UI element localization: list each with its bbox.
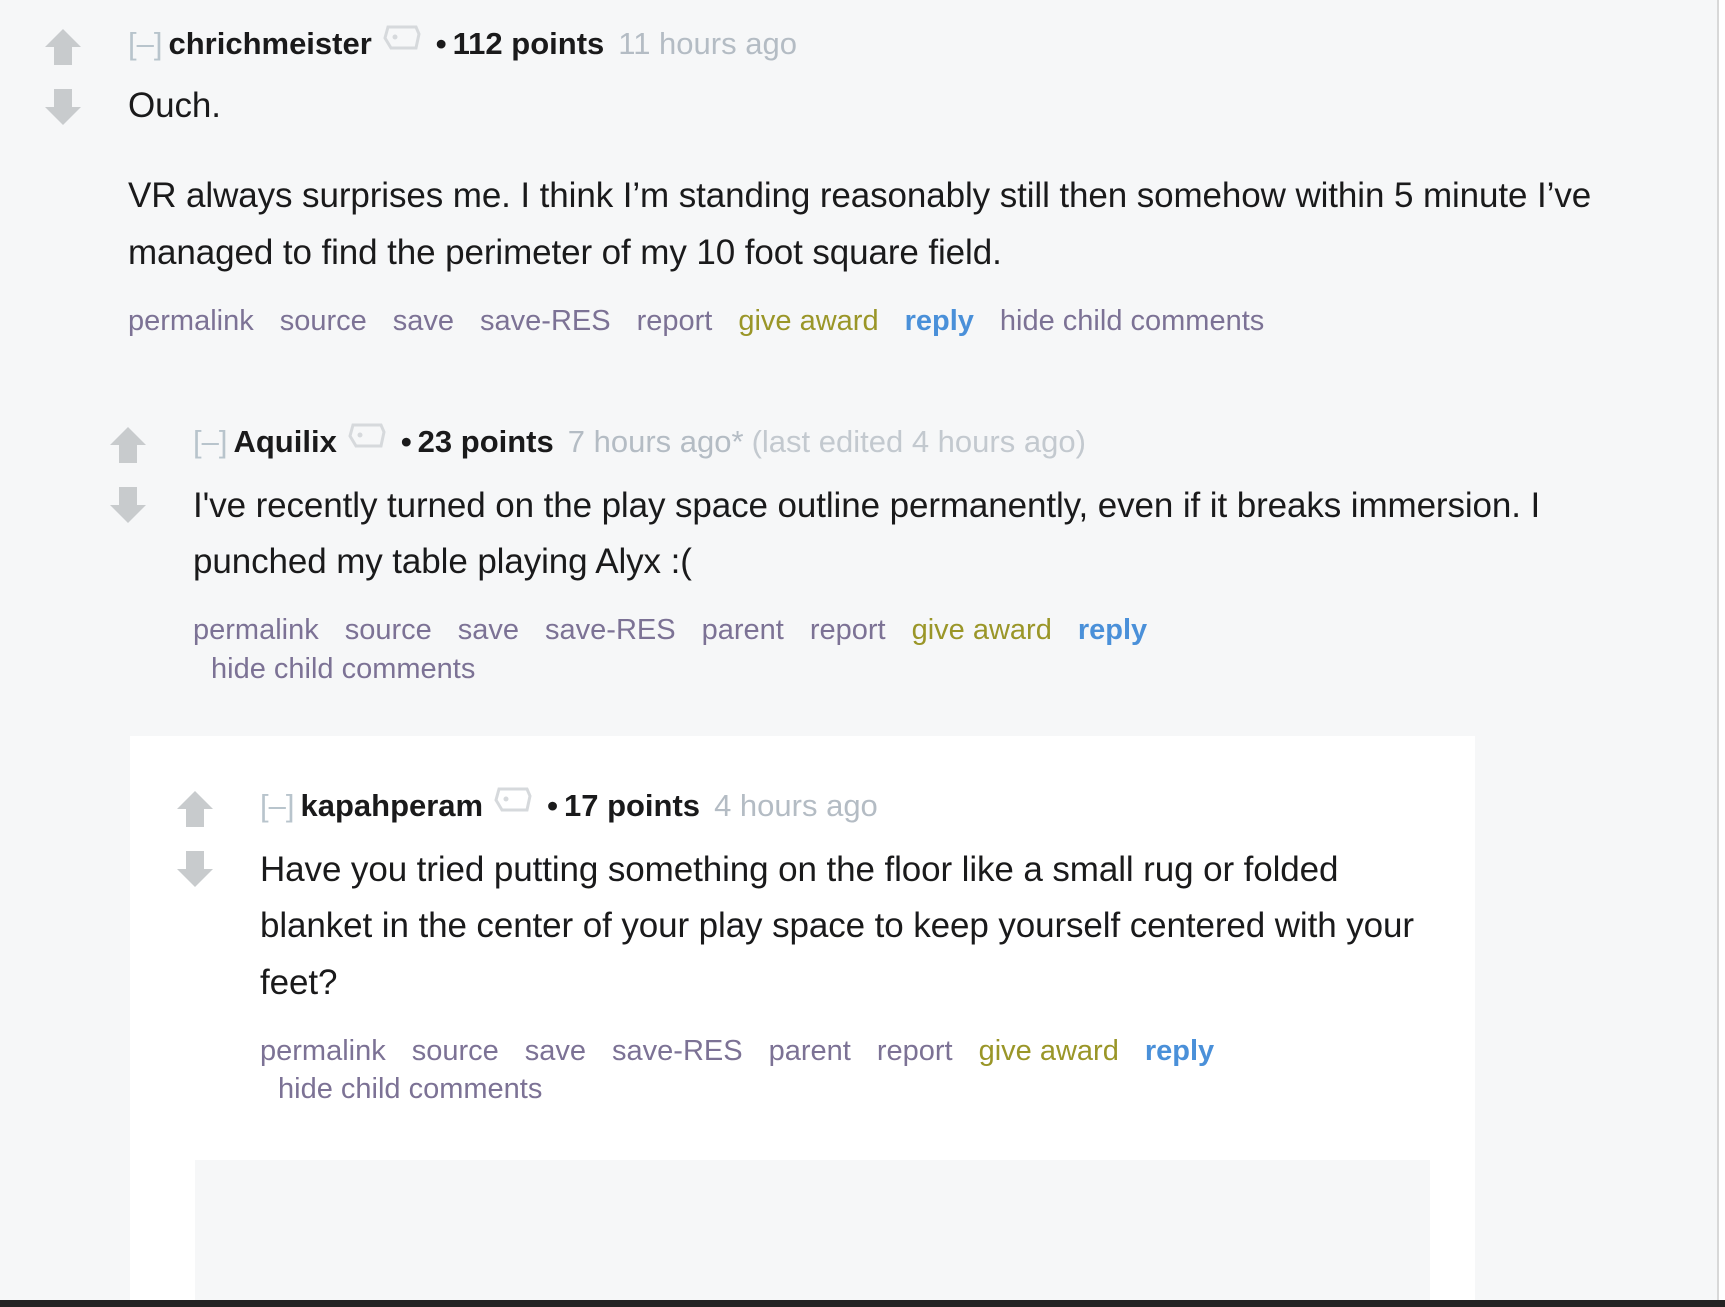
action-hide-child-comments[interactable]: hide child comments (278, 1070, 1432, 1109)
comment-author[interactable]: Aquilix (233, 424, 336, 459)
comment-timestamp[interactable]: 7 hours ago* (568, 424, 744, 459)
comment-tagline: [–]kapahperam •17 points 4 hours ago (260, 786, 1432, 828)
comment-score: 23 points (418, 424, 554, 459)
comment-body: I've recently turned on the play space o… (193, 478, 1645, 591)
action-permalink[interactable]: permalink (128, 305, 254, 337)
action-permalink[interactable]: permalink (260, 1035, 386, 1067)
tagline-separator: • (436, 26, 447, 61)
comment-paragraph: Ouch. (128, 78, 1640, 135)
action-report[interactable]: report (637, 305, 713, 337)
comment-tagline: [–]chrichmeister •112 points 11 hours ago (128, 24, 1640, 66)
collapse-toggle[interactable]: [–] (260, 788, 294, 823)
upvote-arrow-icon[interactable] (40, 24, 86, 70)
tagline-separator: • (401, 424, 412, 459)
action-source[interactable]: source (345, 614, 432, 646)
action-save-res[interactable]: save-RES (545, 614, 676, 646)
downvote-arrow-icon[interactable] (40, 84, 86, 130)
action-save-res[interactable]: save-RES (480, 305, 611, 337)
action-save[interactable]: save (525, 1035, 586, 1067)
comment-body: Ouch. VR always surprises me. I think I’… (128, 78, 1640, 282)
comment-score: 17 points (564, 788, 700, 823)
action-save-res[interactable]: save-RES (612, 1035, 743, 1067)
comment-timestamp[interactable]: 4 hours ago (714, 788, 878, 823)
comment-edited-note: (last edited 4 hours ago) (752, 424, 1086, 459)
page-right-edge (1717, 0, 1725, 1307)
upvote-arrow-icon[interactable] (172, 786, 218, 832)
action-source[interactable]: source (412, 1035, 499, 1067)
comment-paragraph: VR always surprises me. I think I’m stan… (128, 168, 1640, 281)
downvote-arrow-icon[interactable] (105, 482, 151, 528)
action-source[interactable]: source (280, 305, 367, 337)
comment-author[interactable]: kapahperam (300, 788, 483, 823)
comment-thread-item: [–]chrichmeister•112 points11 hours ago … (40, 24, 1640, 340)
downvote-arrow-icon[interactable] (172, 846, 218, 892)
comment-content: [–]kapahperam •17 points 4 hours ago Have … (260, 786, 1432, 1109)
comment-content: [–]Aquilix •23 points 7 hours ago*(last ed… (193, 422, 1645, 688)
action-give-award[interactable]: give award (738, 305, 878, 337)
tagline-separator: • (547, 788, 558, 823)
comment-actions: permalink source save save-RES parent reportg… (193, 611, 1645, 688)
comment-thread-page: [–]chrichmeister•112 points11 hours ago … (0, 0, 1725, 1307)
collapse-toggle[interactable]: [–] (193, 424, 227, 459)
action-reply[interactable]: reply (905, 305, 974, 337)
comment-content: [–]chrichmeister•112 points11 hours ago … (128, 24, 1640, 340)
vote-controls (172, 786, 228, 892)
action-give-award[interactable]: give award (979, 1035, 1119, 1067)
action-hide-child-comments[interactable]: hide child comments (211, 650, 1645, 689)
comment-actions: permalink source save save-RES parent reportg… (260, 1032, 1432, 1109)
vote-controls (105, 422, 161, 528)
action-reply[interactable]: reply (1145, 1035, 1214, 1067)
action-report[interactable]: report (810, 614, 886, 646)
action-permalink[interactable]: permalink (193, 614, 319, 646)
action-parent[interactable]: parent (769, 1035, 851, 1067)
action-hide-child-comments[interactable]: hide child comments (1000, 305, 1264, 337)
comment-body: Have you tried putting something on the … (260, 842, 1432, 1012)
upvote-arrow-icon[interactable] (105, 422, 151, 468)
comment-timestamp[interactable]: 11 hours ago (618, 26, 797, 61)
collapse-toggle[interactable]: [–] (128, 26, 162, 61)
page-bottom-edge (0, 1300, 1725, 1307)
action-save[interactable]: save (458, 614, 519, 646)
comment-thread-item: [–]Aquilix •23 points 7 hours ago*(last ed… (105, 422, 1645, 688)
comment-author[interactable]: chrichmeister (168, 26, 371, 61)
comment-flair-icon (493, 784, 533, 824)
action-reply[interactable]: reply (1078, 614, 1147, 646)
action-give-award[interactable]: give award (912, 614, 1052, 646)
action-report[interactable]: report (877, 1035, 953, 1067)
comment-flair-icon (382, 22, 422, 62)
comment-score: 112 points (453, 26, 605, 61)
comment-actions: permalink source save save-RES report give aw… (128, 302, 1640, 341)
action-save[interactable]: save (393, 305, 454, 337)
comment-flair-icon (347, 420, 387, 460)
vote-controls (40, 24, 96, 130)
comment-tagline: [–]Aquilix •23 points 7 hours ago*(last ed… (193, 422, 1645, 464)
comment-paragraph: I've recently turned on the play space o… (193, 478, 1645, 591)
action-parent[interactable]: parent (702, 614, 784, 646)
comment-thread-item: [–]kapahperam •17 points 4 hours ago Have … (172, 786, 1432, 1109)
comment-paragraph: Have you tried putting something on the … (260, 842, 1432, 1012)
next-nested-comment-stub (195, 1160, 1430, 1307)
